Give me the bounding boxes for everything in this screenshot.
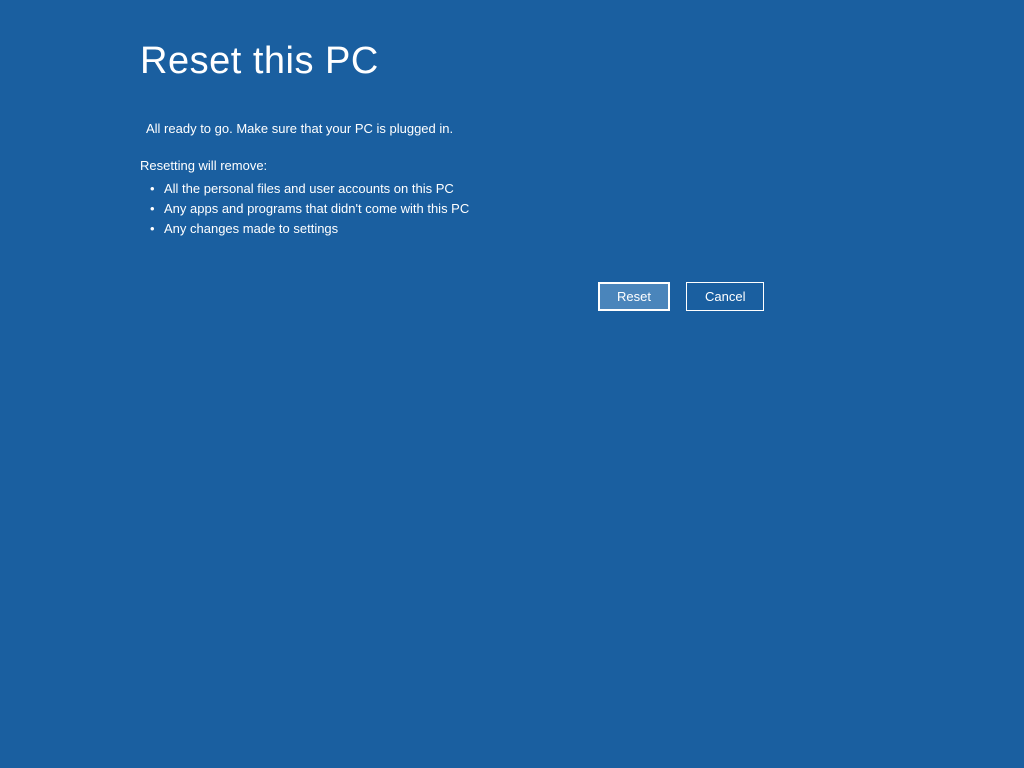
main-content: Reset this PC All ready to go. Make sure… bbox=[0, 0, 1024, 239]
button-row: Reset Cancel bbox=[598, 282, 764, 311]
list-item: Any apps and programs that didn't come w… bbox=[150, 199, 1024, 219]
removal-list: All the personal files and user accounts… bbox=[140, 179, 1024, 239]
list-item: Any changes made to settings bbox=[150, 219, 1024, 239]
removal-intro: Resetting will remove: bbox=[140, 158, 1024, 173]
cancel-button[interactable]: Cancel bbox=[686, 282, 764, 311]
page-title: Reset this PC bbox=[140, 40, 1024, 83]
list-item: All the personal files and user accounts… bbox=[150, 179, 1024, 199]
reset-button[interactable]: Reset bbox=[598, 282, 670, 311]
status-text: All ready to go. Make sure that your PC … bbox=[140, 121, 1024, 136]
